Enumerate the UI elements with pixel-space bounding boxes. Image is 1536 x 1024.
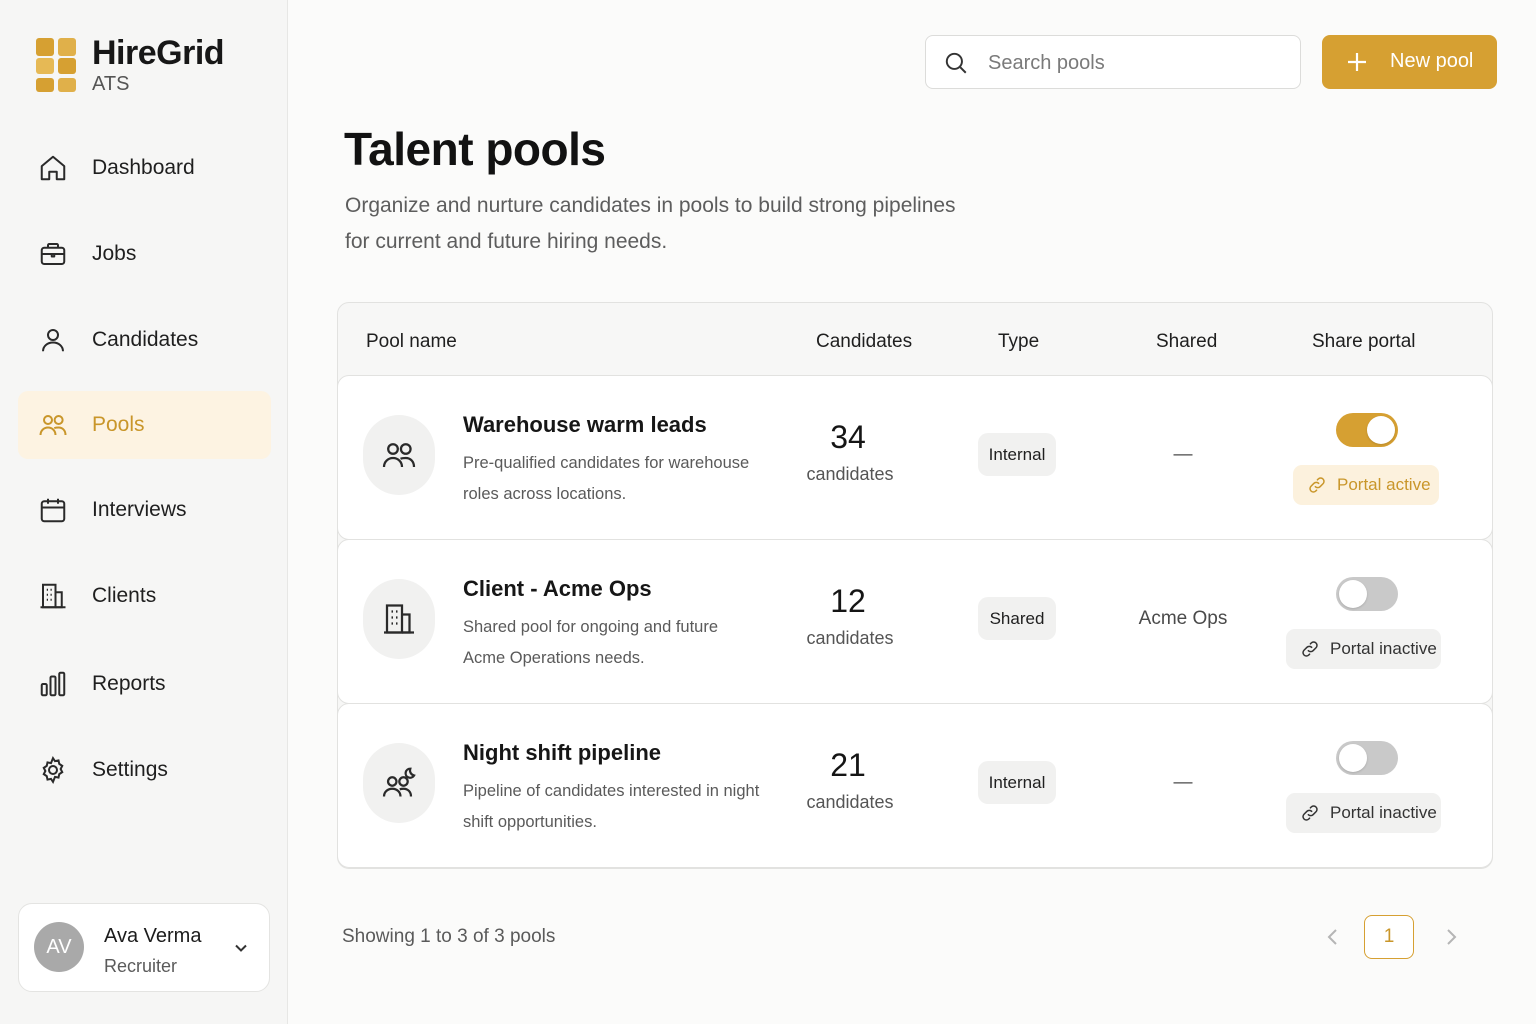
pool-avatar (363, 743, 435, 823)
pool-description: Pre-qualified candidates for warehouse r… (463, 454, 750, 503)
pagination-page-button[interactable]: 1 (1364, 915, 1414, 959)
pool-name[interactable]: Night shift pipeline (463, 740, 661, 766)
results-summary: Showing 1 to 3 of 3 pools (342, 926, 556, 947)
pool-name[interactable]: Client - Acme Ops (463, 576, 652, 602)
bar-chart-icon (38, 669, 68, 699)
sidebar-item-label: Reports (92, 672, 166, 695)
sidebar-item-label: Settings (92, 758, 168, 781)
plus-icon (1348, 53, 1366, 71)
pool-avatar (363, 415, 435, 495)
link-icon (1302, 641, 1318, 657)
pools-table: Pool name Candidates Type Shared Share p… (337, 302, 1493, 869)
users-icon (382, 443, 416, 468)
link-icon (1302, 805, 1318, 821)
calendar-icon (38, 495, 68, 525)
briefcase-icon (38, 239, 68, 269)
toggle-knob (1339, 580, 1367, 608)
portal-status-label: Portal inactive (1330, 639, 1437, 658)
shared-value: Acme Ops (1138, 608, 1228, 629)
building-icon (38, 581, 68, 611)
sidebar-item-label: Candidates (92, 328, 199, 351)
chevron-left-icon[interactable] (1322, 924, 1344, 950)
sidebar-item-interviews[interactable]: Interviews (18, 476, 271, 544)
column-header-share-portal[interactable]: Share portal (1312, 331, 1416, 353)
column-header-shared[interactable]: Shared (1156, 331, 1217, 353)
portal-status-pill[interactable]: Portal active (1293, 465, 1439, 505)
sidebar: HireGrid ATS Dashboard Jobs Candidates P… (0, 0, 288, 1024)
pool-name[interactable]: Warehouse warm leads (463, 412, 707, 438)
sidebar-item-jobs[interactable]: Jobs (18, 220, 271, 288)
type-badge: Internal (978, 761, 1056, 804)
grid-logo-icon (36, 38, 76, 92)
new-pool-label: New pool (1390, 50, 1474, 72)
brand[interactable]: HireGrid ATS (36, 34, 225, 95)
table-row[interactable]: Night shift pipeline Pipeline of candida… (337, 703, 1493, 868)
search-icon (945, 52, 967, 74)
portal-toggle[interactable] (1336, 577, 1398, 611)
portal-status-pill[interactable]: Portal inactive (1286, 629, 1441, 669)
sidebar-item-label: Pools (92, 413, 145, 436)
sidebar-item-label: Clients (92, 584, 157, 607)
portal-status-pill[interactable]: Portal inactive (1286, 793, 1441, 833)
search-box[interactable] (925, 35, 1301, 89)
portal-status-label: Portal inactive (1330, 803, 1437, 822)
user-icon (38, 325, 68, 355)
sidebar-item-settings[interactable]: Settings (18, 736, 271, 804)
candidate-count-label: candidates (806, 628, 894, 648)
building-icon (384, 604, 414, 634)
candidate-count-label: candidates (806, 792, 894, 812)
toggle-knob (1339, 744, 1367, 772)
chevron-down-icon (235, 944, 247, 952)
candidate-count: 12 (830, 583, 866, 619)
sidebar-item-reports[interactable]: Reports (18, 650, 271, 718)
link-icon (1309, 477, 1325, 493)
page-description: Organize and nurture candidates in pools… (345, 194, 956, 253)
pool-description: Shared pool for ongoing and future Acme … (463, 618, 719, 667)
sidebar-item-label: Jobs (92, 242, 137, 265)
new-pool-button[interactable]: New pool (1322, 35, 1497, 89)
column-header-type[interactable]: Type (998, 331, 1039, 353)
candidate-count: 34 (830, 419, 866, 455)
shared-value: — (1173, 772, 1193, 793)
column-header-candidates[interactable]: Candidates (816, 331, 912, 353)
user-role: Recruiter (104, 956, 178, 976)
pool-avatar (363, 579, 435, 659)
portal-toggle[interactable] (1336, 741, 1398, 775)
candidate-count-label: candidates (806, 464, 894, 484)
gear-icon (38, 755, 68, 785)
portal-toggle[interactable] (1336, 413, 1398, 447)
sidebar-item-label: Interviews (92, 498, 187, 521)
brand-subtitle: ATS (92, 73, 130, 95)
sidebar-item-clients[interactable]: Clients (18, 562, 271, 630)
toggle-knob (1367, 416, 1395, 444)
pool-description: Pipeline of candidates interested in nig… (463, 782, 760, 831)
chevron-right-icon[interactable] (1440, 924, 1462, 950)
table-row[interactable]: Warehouse warm leads Pre-qualified candi… (337, 375, 1493, 540)
user-menu[interactable]: AV Ava Verma Recruiter (18, 903, 270, 992)
search-input[interactable] (988, 48, 1288, 78)
home-icon (38, 153, 68, 183)
sidebar-item-label: Dashboard (92, 156, 195, 179)
brand-name: HireGrid (92, 34, 225, 72)
sidebar-item-candidates[interactable]: Candidates (18, 306, 271, 374)
users-moon-icon (382, 767, 416, 797)
table-row[interactable]: Client - Acme Ops Shared pool for ongoin… (337, 539, 1493, 704)
column-header-pool-name[interactable]: Pool name (366, 331, 457, 353)
type-badge: Internal (978, 433, 1056, 476)
avatar: AV (34, 922, 84, 972)
candidate-count: 21 (830, 747, 866, 783)
type-badge: Shared (978, 597, 1056, 640)
sidebar-item-dashboard[interactable]: Dashboard (18, 134, 271, 202)
users-icon (38, 410, 68, 440)
sidebar-item-pools[interactable]: Pools (18, 391, 271, 459)
shared-value: — (1173, 444, 1193, 465)
user-name: Ava Verma (104, 925, 202, 947)
page-title: Talent pools (344, 123, 606, 175)
portal-status-label: Portal active (1337, 475, 1431, 494)
